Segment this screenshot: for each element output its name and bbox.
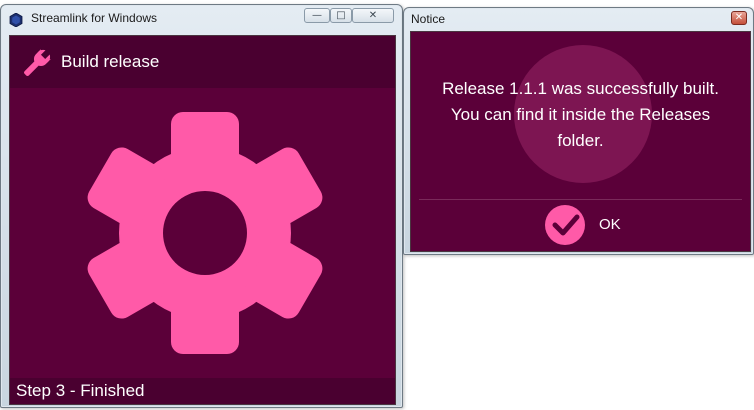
notice-close-button[interactable]: ✕ [731, 11, 747, 25]
minimize-button[interactable]: — [304, 8, 330, 23]
checkmark-icon [545, 205, 585, 245]
header-label: Build release [61, 52, 160, 71]
notice-titlebar[interactable]: Notice ✕ [404, 8, 753, 30]
build-release-header: Build release [10, 36, 395, 88]
message-line-2: You can find it inside the Releases [450, 105, 711, 124]
notice-message: Release 1.1.1 was successfully built. Yo… [411, 76, 750, 154]
minimize-icon: — [312, 9, 322, 21]
wrench-icon [24, 49, 51, 76]
close-icon: ✕ [734, 12, 744, 23]
main-window: Streamlink for Windows — □ ✕ Build relea… [0, 4, 403, 408]
close-button[interactable]: ✕ [352, 8, 394, 23]
streamlink-hexagon-icon [9, 13, 23, 27]
close-icon: ✕ [368, 9, 378, 21]
ok-button[interactable]: OK [537, 202, 637, 248]
main-window-titlebar[interactable]: Streamlink for Windows — □ ✕ [1, 5, 402, 35]
gear-icon [87, 112, 323, 354]
notice-dialog: Notice ✕ Release 1.1.1 was successfully … [403, 7, 754, 255]
status-bar: Step 3 - Finished [10, 378, 395, 404]
notice-client-area: Release 1.1.1 was successfully built. Yo… [410, 31, 751, 252]
notice-title: Notice [411, 12, 446, 26]
maximize-button[interactable]: □ [330, 8, 352, 23]
status-text: Step 3 - Finished [16, 381, 145, 400]
main-client-area: Build release Step 3 - Finished [9, 35, 396, 405]
maximize-icon: □ [336, 9, 346, 21]
divider [419, 199, 742, 200]
message-line-1: Release 1.1.1 was successfully built. [442, 79, 719, 98]
ok-button-label: OK [599, 216, 621, 233]
main-window-title: Streamlink for Windows [31, 11, 158, 25]
message-line-3: folder. [557, 131, 604, 150]
